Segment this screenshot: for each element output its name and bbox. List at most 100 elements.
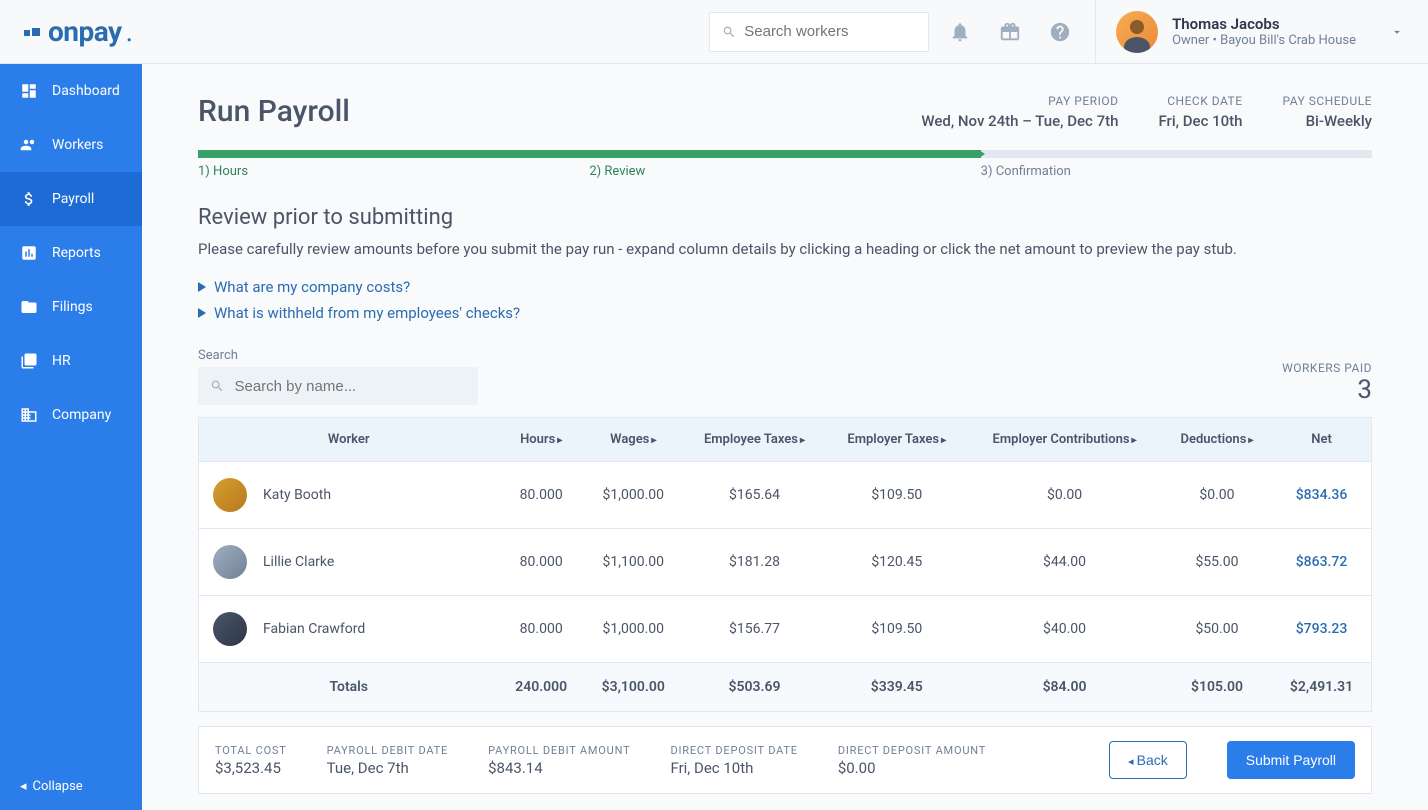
cell-hours: 80.000	[499, 529, 584, 596]
cell-deductions: $50.00	[1162, 596, 1272, 663]
worker-avatar	[213, 478, 247, 512]
col-employee-taxes[interactable]: Employee Taxes▸	[683, 418, 827, 462]
progress-step-3	[981, 150, 1372, 158]
expand-link-label: What are my company costs?	[214, 278, 410, 296]
dd-amount-label: DIRECT DEPOSIT AMOUNT	[838, 744, 986, 757]
logo-dot-icon: .	[126, 15, 133, 48]
global-search-input[interactable]	[744, 23, 916, 40]
sidebar-item-label: HR	[52, 353, 71, 369]
expand-company-costs[interactable]: What are my company costs?	[198, 278, 1372, 296]
dd-date-value: Fri, Dec 10th	[670, 759, 797, 777]
net-link[interactable]: $863.72	[1296, 554, 1348, 570]
sidebar-collapse[interactable]: ◂ Collapse	[0, 763, 142, 810]
logo-squares-icon	[24, 28, 40, 36]
table-search-input[interactable]	[234, 378, 466, 395]
caret-right-icon	[198, 308, 206, 318]
bell-icon[interactable]	[949, 21, 971, 43]
table-row: Fabian Crawford 80.000 $1,000.00 $156.77…	[199, 596, 1372, 663]
debit-date-label: PAYROLL DEBIT DATE	[327, 744, 448, 757]
sidebar-item-filings[interactable]: Filings	[0, 280, 142, 334]
expand-withheld[interactable]: What is withheld from my employees' chec…	[198, 304, 1372, 322]
worker-avatar	[213, 612, 247, 646]
back-button[interactable]: Back	[1109, 741, 1187, 779]
cell-deductions: $0.00	[1162, 462, 1272, 529]
user-avatar	[1116, 11, 1158, 53]
sidebar: Dashboard Workers Payroll Reports Filing…	[0, 64, 142, 810]
sidebar-item-label: Dashboard	[52, 83, 120, 99]
hr-icon	[20, 352, 38, 370]
col-net[interactable]: Net	[1272, 418, 1371, 462]
table-row: Lillie Clarke 80.000 $1,100.00 $181.28 $…	[199, 529, 1372, 596]
user-role: Owner • Bayou Bill's Crab House	[1172, 33, 1356, 48]
totals-wages: $3,100.00	[584, 663, 683, 712]
check-date-value: Fri, Dec 10th	[1158, 112, 1242, 130]
sidebar-item-hr[interactable]: HR	[0, 334, 142, 388]
caret-right-icon: ▸	[1132, 435, 1137, 446]
reports-icon	[20, 244, 38, 262]
worker-name: Katy Booth	[263, 487, 331, 503]
search-icon	[210, 378, 224, 394]
totals-er-taxes: $339.45	[826, 663, 967, 712]
step-label-2: 2) Review	[589, 164, 980, 179]
dashboard-icon	[20, 82, 38, 100]
sidebar-item-label: Payroll	[52, 191, 94, 207]
sidebar-item-label: Filings	[52, 299, 93, 315]
caret-right-icon	[198, 282, 206, 292]
cell-er-taxes: $109.50	[826, 462, 967, 529]
cell-er-contrib: $0.00	[967, 462, 1162, 529]
company-icon	[20, 406, 38, 424]
caret-right-icon: ▸	[557, 435, 562, 446]
net-link[interactable]: $834.36	[1296, 487, 1348, 503]
debit-amount-label: PAYROLL DEBIT AMOUNT	[488, 744, 630, 757]
col-employer-contributions[interactable]: Employer Contributions▸	[967, 418, 1162, 462]
debit-amount-value: $843.14	[488, 759, 630, 777]
worker-name: Fabian Crawford	[263, 621, 365, 637]
cell-er-contrib: $44.00	[967, 529, 1162, 596]
sidebar-item-company[interactable]: Company	[0, 388, 142, 442]
sidebar-item-reports[interactable]: Reports	[0, 226, 142, 280]
gift-icon[interactable]	[999, 21, 1021, 43]
progress-step-2	[589, 150, 980, 158]
top-header: onpay. Thomas Jacobs Owner • Bayou Bill'…	[0, 0, 1428, 64]
pay-period-value: Wed, Nov 24th – Tue, Dec 7th	[921, 112, 1118, 130]
user-name: Thomas Jacobs	[1172, 15, 1356, 33]
progress-step-1	[198, 150, 589, 158]
global-search[interactable]	[709, 12, 929, 52]
totals-hours: 240.000	[499, 663, 584, 712]
table-search[interactable]	[198, 367, 478, 405]
cell-deductions: $55.00	[1162, 529, 1272, 596]
col-deductions[interactable]: Deductions▸	[1162, 418, 1272, 462]
worker-name: Lillie Clarke	[263, 554, 334, 570]
caret-right-icon: ▸	[941, 435, 946, 446]
dd-amount-value: $0.00	[838, 759, 986, 777]
search-icon	[722, 24, 736, 40]
caret-right-icon: ▸	[651, 435, 656, 446]
workers-paid-count: 3	[1282, 375, 1372, 405]
net-link[interactable]: $793.23	[1296, 621, 1348, 637]
sidebar-item-workers[interactable]: Workers	[0, 118, 142, 172]
chevron-left-icon: ◂	[20, 779, 27, 794]
payroll-icon	[20, 190, 38, 208]
col-hours[interactable]: Hours▸	[499, 418, 584, 462]
progress-bar	[198, 150, 1372, 158]
submit-payroll-button[interactable]: Submit Payroll	[1227, 741, 1355, 779]
totals-net: $2,491.31	[1272, 663, 1371, 712]
col-worker[interactable]: Worker	[199, 418, 499, 462]
user-menu[interactable]: Thomas Jacobs Owner • Bayou Bill's Crab …	[1095, 0, 1404, 64]
chevron-down-icon[interactable]	[1390, 25, 1404, 39]
cell-wages: $1,000.00	[584, 596, 683, 663]
totals-row: Totals 240.000 $3,100.00 $503.69 $339.45…	[199, 663, 1372, 712]
brand-logo[interactable]: onpay.	[24, 15, 133, 48]
col-employer-taxes[interactable]: Employer Taxes▸	[826, 418, 967, 462]
sidebar-item-dashboard[interactable]: Dashboard	[0, 64, 142, 118]
pay-period-label: PAY PERIOD	[921, 94, 1118, 108]
col-wages[interactable]: Wages▸	[584, 418, 683, 462]
cell-hours: 80.000	[499, 596, 584, 663]
step-label-1: 1) Hours	[198, 164, 589, 179]
cell-emp-taxes: $181.28	[683, 529, 827, 596]
expand-link-label: What is withheld from my employees' chec…	[214, 304, 520, 322]
totals-er-contrib: $84.00	[967, 663, 1162, 712]
sidebar-item-payroll[interactable]: Payroll	[0, 172, 142, 226]
dd-date-label: DIRECT DEPOSIT DATE	[670, 744, 797, 757]
help-icon[interactable]	[1049, 21, 1071, 43]
